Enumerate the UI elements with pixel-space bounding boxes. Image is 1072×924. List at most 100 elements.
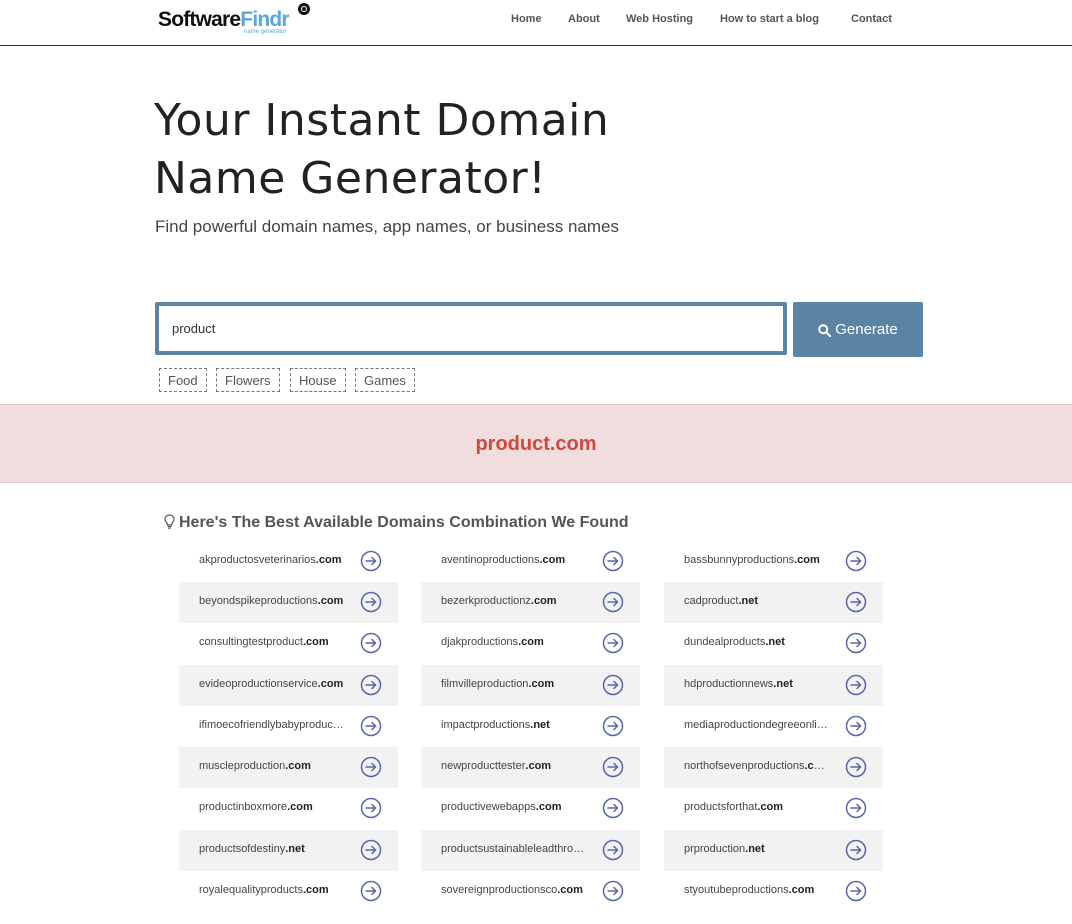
domain-result-row[interactable]: aventinoproductions.com <box>421 541 640 582</box>
arrow-right-circle-icon[interactable] <box>602 550 624 572</box>
nav-contact[interactable]: Contact <box>851 13 892 25</box>
arrow-right-circle-icon[interactable] <box>845 591 867 613</box>
domain-name[interactable]: ifimoecofriendlybabyproducts.com <box>199 719 344 731</box>
domain-result-row[interactable]: bassbunnyproductions.com <box>664 541 883 582</box>
domain-result-row[interactable]: consultingtestproduct.com <box>179 623 398 664</box>
domain-result-row[interactable]: beyondspikeproductions.com <box>179 582 398 623</box>
domain-name[interactable]: productivewebapps.com <box>441 801 586 813</box>
domain-result-row[interactable]: muscleproduction.com <box>179 747 398 788</box>
domain-result-row[interactable]: cadproduct.net <box>664 582 883 623</box>
domain-name[interactable]: prproduction.net <box>684 843 829 855</box>
generate-button-label: Generate <box>835 321 898 338</box>
featured-domain-banner: product.com <box>0 404 1072 483</box>
domain-name[interactable]: styoutubeproductions.com <box>684 884 829 896</box>
domain-result-row[interactable]: evideoproductionservice.com <box>179 665 398 706</box>
nav-home[interactable]: Home <box>511 13 542 25</box>
arrow-right-circle-icon[interactable] <box>845 880 867 902</box>
nav-how-to-start-a-blog[interactable]: How to start a blog <box>720 13 819 25</box>
domain-result-row[interactable]: productivewebapps.com <box>421 788 640 829</box>
arrow-right-circle-icon[interactable] <box>845 756 867 778</box>
domain-result-row[interactable]: royalequalityproducts.com <box>179 871 398 912</box>
search-icon <box>818 323 832 337</box>
domain-result-row[interactable]: djakproductions.com <box>421 623 640 664</box>
domain-name[interactable]: newproducttester.com <box>441 760 586 772</box>
domain-name[interactable]: bezerkproductionz.com <box>441 595 586 607</box>
domain-name[interactable]: productsustainableleadthrough.com <box>441 843 586 855</box>
domain-result-row[interactable]: mediaproductiondegreeonline.com <box>664 706 883 747</box>
domain-result-row[interactable]: sovereignproductionsco.com <box>421 871 640 912</box>
arrow-right-circle-icon[interactable] <box>360 674 382 696</box>
domain-name[interactable]: impactproductions.net <box>441 719 586 731</box>
tag-games[interactable]: Games <box>355 368 415 392</box>
domain-name[interactable]: sovereignproductionsco.com <box>441 884 586 896</box>
arrow-right-circle-icon[interactable] <box>602 715 624 737</box>
generate-button[interactable]: Generate <box>793 302 923 357</box>
featured-domain[interactable]: product.com <box>475 433 596 456</box>
domain-result-row[interactable]: dundealproducts.net <box>664 623 883 664</box>
tag-food[interactable]: Food <box>159 368 207 392</box>
domain-name[interactable]: productinboxmore.com <box>199 801 344 813</box>
domain-name[interactable]: cadproduct.net <box>684 595 829 607</box>
domain-result-row[interactable]: filmvilleproduction.com <box>421 665 640 706</box>
domain-name[interactable]: hdproductionnews.net <box>684 678 829 690</box>
arrow-right-circle-icon[interactable] <box>360 839 382 861</box>
domain-result-row[interactable]: productsforthat.com <box>664 788 883 829</box>
domain-name[interactable]: aventinoproductions.com <box>441 554 586 566</box>
domain-name[interactable]: royalequalityproducts.com <box>199 884 344 896</box>
domain-name[interactable]: filmvilleproduction.com <box>441 678 586 690</box>
arrow-right-circle-icon[interactable] <box>360 632 382 654</box>
domain-result-row[interactable]: prproduction.net <box>664 830 883 871</box>
page-title: Your Instant Domain Name Generator! <box>154 95 610 204</box>
arrow-right-circle-icon[interactable] <box>602 839 624 861</box>
domain-name[interactable]: evideoproductionservice.com <box>199 678 344 690</box>
domain-result-row[interactable]: bezerkproductionz.com <box>421 582 640 623</box>
arrow-right-circle-icon[interactable] <box>845 797 867 819</box>
domain-result-row[interactable]: newproducttester.com <box>421 747 640 788</box>
arrow-right-circle-icon[interactable] <box>360 797 382 819</box>
domain-name[interactable]: productsforthat.com <box>684 801 829 813</box>
domain-result-row[interactable]: ifimoecofriendlybabyproducts.com <box>179 706 398 747</box>
domain-result-row[interactable]: akproductosveterinarios.com <box>179 541 398 582</box>
arrow-right-circle-icon[interactable] <box>845 839 867 861</box>
domain-result-row[interactable]: hdproductionnews.net <box>664 665 883 706</box>
domain-name[interactable]: consultingtestproduct.com <box>199 636 344 648</box>
arrow-right-circle-icon[interactable] <box>845 632 867 654</box>
domain-result-row[interactable]: impactproductions.net <box>421 706 640 747</box>
domain-result-row[interactable]: productsustainableleadthrough.com <box>421 830 640 871</box>
arrow-right-circle-icon[interactable] <box>845 715 867 737</box>
domain-name[interactable]: muscleproduction.com <box>199 760 344 772</box>
arrow-right-circle-icon[interactable] <box>360 756 382 778</box>
domain-name[interactable]: mediaproductiondegreeonline.com <box>684 719 829 731</box>
arrow-right-circle-icon[interactable] <box>360 880 382 902</box>
search-input[interactable] <box>155 302 787 355</box>
results-heading: Here's The Best Available Domains Combin… <box>164 514 629 534</box>
tag-flowers[interactable]: Flowers <box>216 368 280 392</box>
arrow-right-circle-icon[interactable] <box>602 674 624 696</box>
lightbulb-icon <box>164 514 175 534</box>
arrow-right-circle-icon[interactable] <box>602 880 624 902</box>
domain-name[interactable]: dundealproducts.net <box>684 636 829 648</box>
domain-name[interactable]: northofsevenproductions.com <box>684 760 829 772</box>
domain-name[interactable]: djakproductions.com <box>441 636 586 648</box>
domain-name[interactable]: beyondspikeproductions.com <box>199 595 344 607</box>
tag-house[interactable]: House <box>290 368 346 392</box>
domain-name[interactable]: akproductosveterinarios.com <box>199 554 344 566</box>
domain-result-row[interactable]: productsofdestiny.net <box>179 830 398 871</box>
arrow-right-circle-icon[interactable] <box>360 591 382 613</box>
arrow-right-circle-icon[interactable] <box>602 632 624 654</box>
arrow-right-circle-icon[interactable] <box>360 715 382 737</box>
arrow-right-circle-icon[interactable] <box>360 550 382 572</box>
arrow-right-circle-icon[interactable] <box>845 550 867 572</box>
domain-result-row[interactable]: northofsevenproductions.com <box>664 747 883 788</box>
arrow-right-circle-icon[interactable] <box>845 674 867 696</box>
arrow-right-circle-icon[interactable] <box>602 797 624 819</box>
domain-name[interactable]: bassbunnyproductions.com <box>684 554 829 566</box>
domain-name[interactable]: productsofdestiny.net <box>199 843 344 855</box>
nav-about[interactable]: About <box>568 13 600 25</box>
nav-web-hosting[interactable]: Web Hosting <box>626 13 693 25</box>
arrow-right-circle-icon[interactable] <box>602 756 624 778</box>
domain-result-row[interactable]: styoutubeproductions.com <box>664 871 883 912</box>
domain-result-row[interactable]: productinboxmore.com <box>179 788 398 829</box>
arrow-right-circle-icon[interactable] <box>602 591 624 613</box>
main-nav: Home About Web Hosting How to start a bl… <box>0 13 1072 33</box>
